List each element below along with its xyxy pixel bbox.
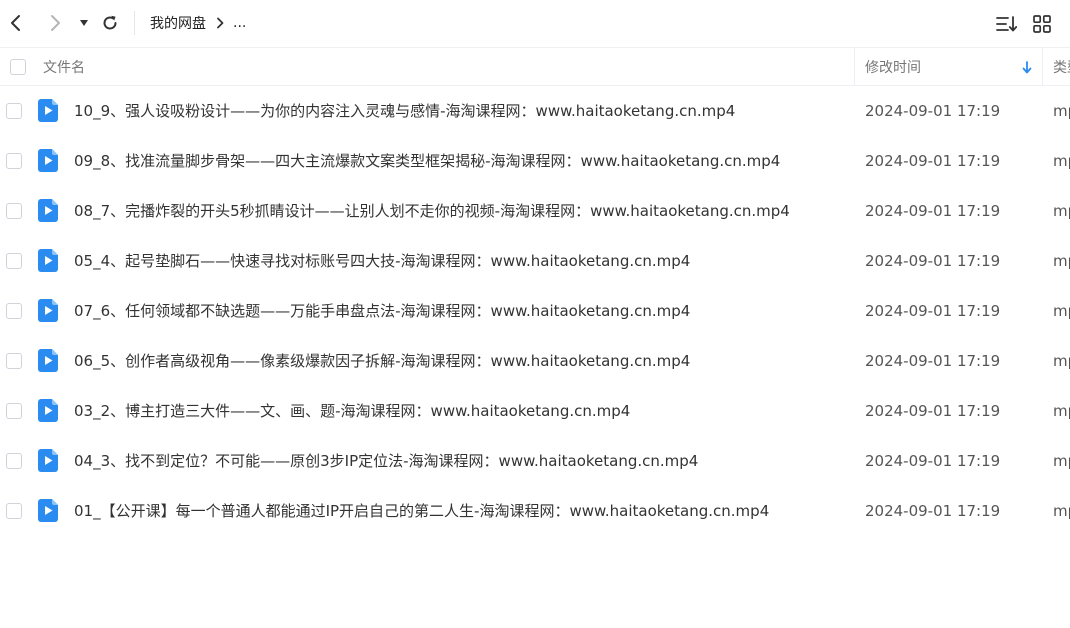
file-type: mp4	[1053, 352, 1070, 370]
file-row[interactable]: 04_3、找不到定位？不可能——原创3步IP定位法-海淘课程网：www.hait…	[0, 436, 1070, 486]
video-file-icon	[38, 399, 58, 422]
file-modified-time: 2024-09-01 17:19	[865, 302, 1001, 320]
breadcrumb-more[interactable]: ...	[233, 15, 246, 31]
column-divider[interactable]	[1042, 48, 1043, 86]
refresh-icon	[103, 15, 117, 30]
file-type: mp4	[1053, 152, 1070, 170]
chevron-left-icon	[11, 15, 20, 31]
video-file-icon	[38, 449, 58, 472]
video-file-icon	[38, 299, 58, 322]
file-modified-time: 2024-09-01 17:19	[865, 352, 1001, 370]
file-name[interactable]: 09_8、找准流量脚步骨架——四大主流爆款文案类型框架揭秘-海淘课程网：www.…	[74, 136, 780, 186]
sort-arrow-down-icon	[1022, 60, 1032, 73]
row-checkbox[interactable]	[6, 403, 22, 419]
file-modified-time: 2024-09-01 17:19	[865, 102, 1001, 120]
refresh-button[interactable]	[98, 10, 122, 36]
file-name[interactable]: 05_4、起号垫脚石——快速寻找对标账号四大技-海淘课程网：www.haitao…	[74, 236, 690, 286]
file-modified-time: 2024-09-01 17:19	[865, 252, 1001, 270]
select-all-checkbox-cell	[10, 48, 26, 86]
file-type: mp4	[1053, 402, 1070, 420]
file-row[interactable]: 10_9、强人设吸粉设计——为你的内容注入灵魂与感情-海淘课程网：www.hai…	[0, 86, 1070, 136]
back-button[interactable]	[4, 10, 28, 36]
video-file-icon	[38, 349, 58, 372]
column-header-name[interactable]: 文件名	[43, 48, 85, 86]
breadcrumb: 我的网盘 ...	[150, 12, 246, 34]
column-divider[interactable]	[854, 48, 855, 86]
row-checkbox[interactable]	[6, 103, 22, 119]
file-row[interactable]: 05_4、起号垫脚石——快速寻找对标账号四大技-海淘课程网：www.haitao…	[0, 236, 1070, 286]
file-modified-time: 2024-09-01 17:19	[865, 452, 1001, 470]
file-type: mp4	[1053, 502, 1070, 520]
file-name[interactable]: 10_9、强人设吸粉设计——为你的内容注入灵魂与感情-海淘课程网：www.hai…	[74, 86, 735, 136]
history-dropdown-button[interactable]	[73, 10, 95, 36]
row-checkbox[interactable]	[6, 153, 22, 169]
breadcrumb-separator-icon	[216, 17, 224, 29]
row-checkbox[interactable]	[6, 353, 22, 369]
sort-direction-cell[interactable]	[1022, 48, 1032, 86]
toolbar-divider	[134, 11, 135, 35]
column-header-type[interactable]: 类型	[1053, 48, 1070, 86]
file-row[interactable]: 09_8、找准流量脚步骨架——四大主流爆款文案类型框架揭秘-海淘课程网：www.…	[0, 136, 1070, 186]
toolbar: 我的网盘 ...	[0, 0, 1070, 46]
row-checkbox[interactable]	[6, 303, 22, 319]
file-type: mp4	[1053, 452, 1070, 470]
caret-down-icon	[80, 20, 88, 26]
video-file-icon	[38, 499, 58, 522]
row-checkbox[interactable]	[6, 453, 22, 469]
file-type: mp4	[1053, 202, 1070, 220]
sort-button[interactable]	[996, 13, 1018, 35]
file-modified-time: 2024-09-01 17:19	[865, 152, 1001, 170]
breadcrumb-root[interactable]: 我的网盘	[150, 13, 206, 33]
file-row[interactable]: 08_7、完播炸裂的开头5秒抓睛设计——让别人划不走你的视频-海淘课程网：www…	[0, 186, 1070, 236]
file-row[interactable]: 07_6、任何领域都不缺选题——万能手串盘点法-海淘课程网：www.haitao…	[0, 286, 1070, 336]
file-name[interactable]: 01_【公开课】每一个普通人都能通过IP开启自己的第二人生-海淘课程网：www.…	[74, 486, 769, 536]
file-name[interactable]: 03_2、博主打造三大件——文、画、题-海淘课程网：www.haitaoketa…	[74, 386, 630, 436]
file-row[interactable]: 03_2、博主打造三大件——文、画、题-海淘课程网：www.haitaoketa…	[0, 386, 1070, 436]
file-modified-time: 2024-09-01 17:19	[865, 402, 1001, 420]
video-file-icon	[38, 199, 58, 222]
file-type: mp4	[1053, 252, 1070, 270]
file-name[interactable]: 04_3、找不到定位？不可能——原创3步IP定位法-海淘课程网：www.hait…	[74, 436, 698, 486]
column-header-modified[interactable]: 修改时间	[865, 48, 921, 86]
file-row[interactable]: 06_5、创作者高级视角——像素级爆款因子拆解-海淘课程网：www.haitao…	[0, 336, 1070, 386]
forward-button[interactable]	[43, 10, 67, 36]
file-row[interactable]: 01_【公开课】每一个普通人都能通过IP开启自己的第二人生-海淘课程网：www.…	[0, 486, 1070, 536]
video-file-icon	[38, 149, 58, 172]
chevron-right-icon	[51, 15, 60, 31]
video-file-icon	[38, 249, 58, 272]
file-name[interactable]: 07_6、任何领域都不缺选题——万能手串盘点法-海淘课程网：www.haitao…	[74, 286, 690, 336]
row-checkbox[interactable]	[6, 253, 22, 269]
video-file-icon	[38, 99, 58, 122]
sort-list-icon	[996, 16, 1018, 32]
file-modified-time: 2024-09-01 17:19	[865, 202, 1001, 220]
file-name[interactable]: 08_7、完播炸裂的开头5秒抓睛设计——让别人划不走你的视频-海淘课程网：www…	[74, 186, 790, 236]
grid-view-button[interactable]	[1031, 13, 1053, 35]
grid-view-icon	[1033, 15, 1051, 33]
row-checkbox[interactable]	[6, 203, 22, 219]
file-modified-time: 2024-09-01 17:19	[865, 502, 1001, 520]
select-all-checkbox[interactable]	[10, 59, 26, 75]
file-type: mp4	[1053, 102, 1070, 120]
file-type: mp4	[1053, 302, 1070, 320]
file-name[interactable]: 06_5、创作者高级视角——像素级爆款因子拆解-海淘课程网：www.haitao…	[74, 336, 690, 386]
file-list-header: 文件名 修改时间 类型	[0, 47, 1070, 86]
row-checkbox[interactable]	[6, 503, 22, 519]
